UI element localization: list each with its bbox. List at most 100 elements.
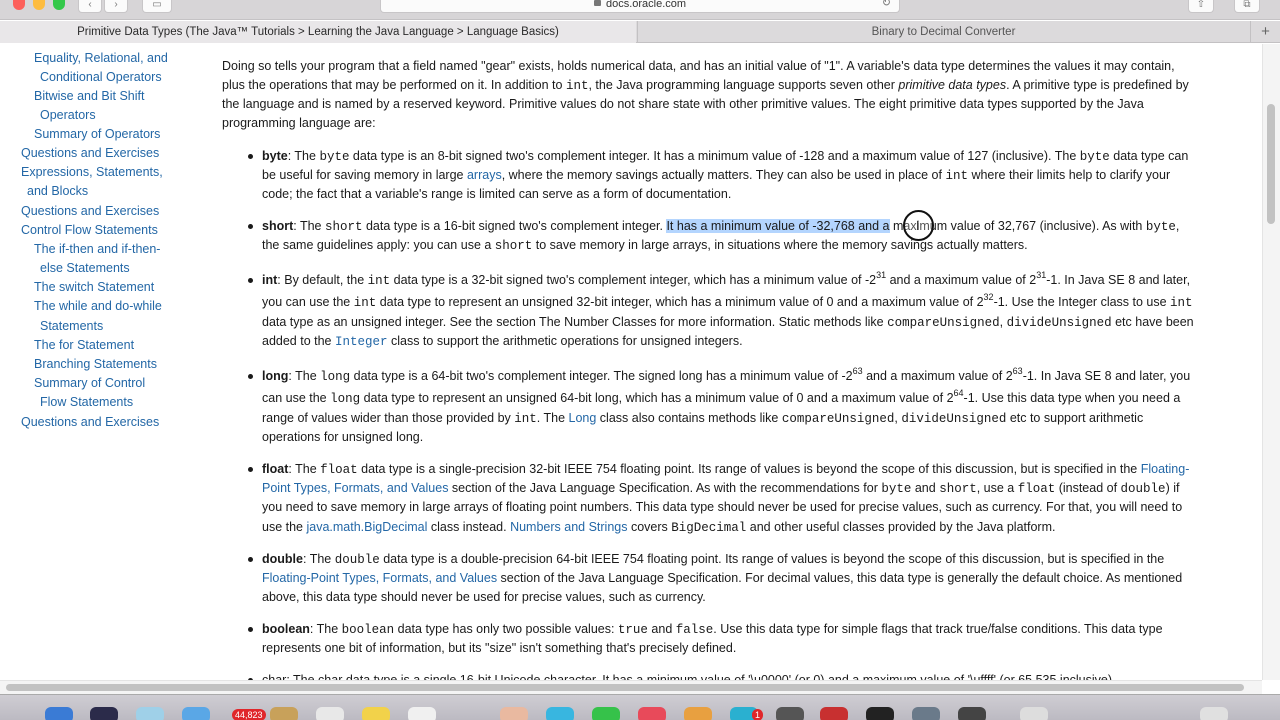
- nav-link[interactable]: Questions and Exercises: [21, 144, 159, 163]
- left-nav: Equality, Relational, and Conditional Op…: [0, 44, 200, 680]
- nav-link[interactable]: Conditional Operators: [40, 68, 162, 87]
- float-line: use the java.math.BigDecimal class inste…: [262, 520, 1056, 535]
- floating-point-link[interactable]: Floating-Point Types, Formats, and Value…: [262, 571, 497, 585]
- vertical-scrollbar[interactable]: [1262, 44, 1280, 680]
- pdf-icon[interactable]: [820, 707, 848, 720]
- intro-line: Doing so tells your program that a field…: [222, 59, 1175, 73]
- int-line: int: By default, the int data type is a …: [262, 269, 1191, 288]
- double-line: above, this data type should never be us…: [262, 590, 706, 604]
- settings-icon[interactable]: [776, 707, 804, 720]
- vpn-icon[interactable]: [912, 707, 940, 720]
- nav-link[interactable]: Expressions, Statements,: [21, 163, 163, 182]
- numbers-strings-link[interactable]: Numbers and Strings: [510, 520, 627, 534]
- arrays-link[interactable]: arrays: [467, 168, 502, 182]
- text-cursor-icon: I: [916, 218, 920, 233]
- long-link[interactable]: Long: [569, 411, 597, 425]
- sidebar-toggle-button[interactable]: ▭: [142, 0, 172, 13]
- nav-link[interactable]: Questions and Exercises: [21, 202, 159, 221]
- int-line: added to the Integer class to support th…: [262, 334, 743, 349]
- byte-line: code; the fact that a variable's range i…: [262, 187, 732, 201]
- nav-link[interactable]: and Blocks: [27, 182, 88, 201]
- lock-icon: [593, 0, 601, 6]
- browser-toolbar: ‹ › ▭ docs.oracle.com ↻ ⇧ ⧉: [0, 0, 1280, 20]
- appstore-badge: 1: [752, 709, 764, 720]
- nav-link[interactable]: Control Flow Statements: [21, 221, 158, 240]
- bullet-byte: [248, 154, 253, 159]
- forward-button[interactable]: ›: [104, 0, 128, 13]
- safari-icon[interactable]: [136, 707, 164, 720]
- tab-primitive-data-types[interactable]: Primitive Data Types (The Java™ Tutorial…: [0, 21, 636, 43]
- share-icon: ⇧: [1196, 0, 1206, 10]
- messages-icon[interactable]: [546, 707, 574, 720]
- byte-line: be useful for saving memory in large arr…: [262, 168, 1171, 183]
- new-tab-button[interactable]: +: [1250, 21, 1280, 43]
- integer-link[interactable]: Integer: [335, 335, 388, 349]
- bullet-int: [248, 278, 253, 283]
- calendar-icon[interactable]: [316, 707, 344, 720]
- float-line: float: The float data type is a single-p…: [262, 462, 1190, 477]
- short-line: short: The short data type is a 16-bit s…: [262, 219, 1180, 234]
- bullet-boolean: [248, 627, 253, 632]
- maximize-window-button[interactable]: [53, 0, 65, 10]
- trash-icon[interactable]: [1200, 707, 1228, 720]
- tab-binary-converter[interactable]: Binary to Decimal Converter: [637, 21, 1249, 43]
- finder-icon[interactable]: [45, 707, 73, 720]
- launchpad-icon[interactable]: [90, 707, 118, 720]
- intro-line: plus the operations that may be performe…: [222, 78, 1189, 93]
- books-icon[interactable]: [684, 707, 712, 720]
- float-line: you need to save memory in large arrays …: [262, 500, 1183, 514]
- nav-link[interactable]: Equality, Relational, and: [34, 49, 168, 68]
- long-line: long: The long data type is a 64-bit two…: [262, 365, 1191, 384]
- photos-icon[interactable]: [500, 707, 528, 720]
- share-button[interactable]: ⇧: [1188, 0, 1214, 13]
- back-button[interactable]: ‹: [78, 0, 102, 13]
- double-line: double: The double data type is a double…: [262, 552, 1165, 567]
- float-line: Point Types, Formats, and Values section…: [262, 481, 1180, 496]
- nav-link[interactable]: Summary of Operators: [34, 125, 160, 144]
- boolean-line: represents one bit of information, but i…: [262, 641, 737, 655]
- nav-link[interactable]: Operators: [40, 106, 96, 125]
- mail-badge: 44,823: [232, 709, 266, 720]
- nav-link[interactable]: Flow Statements: [40, 393, 133, 412]
- notes-icon[interactable]: [362, 707, 390, 720]
- floating-point-link[interactable]: Floating-: [1141, 462, 1190, 476]
- selected-text[interactable]: It has a minimum value of -32,768 and a: [666, 219, 890, 233]
- reload-icon[interactable]: ↻: [882, 0, 891, 9]
- floating-point-link[interactable]: Point Types, Formats, and Values: [262, 481, 448, 495]
- vertical-scroll-thumb[interactable]: [1267, 104, 1275, 224]
- dock: 44,823 1: [0, 694, 1280, 720]
- nav-link[interactable]: The for Statement: [34, 336, 134, 355]
- close-window-button[interactable]: [13, 0, 25, 10]
- horizontal-scrollbar[interactable]: [0, 680, 1262, 694]
- char-line-partial: char: The char data type is a single 16-…: [262, 673, 1116, 680]
- nav-link[interactable]: Questions and Exercises: [21, 413, 159, 432]
- nav-link[interactable]: Branching Statements: [34, 355, 157, 374]
- nav-link[interactable]: Summary of Control: [34, 374, 145, 393]
- terminal-icon[interactable]: [866, 707, 894, 720]
- tab-bar: Primitive Data Types (The Java™ Tutorial…: [0, 21, 1280, 43]
- nav-link[interactable]: The while and do-while: [34, 297, 162, 316]
- nav-link[interactable]: Statements: [40, 317, 103, 336]
- nav-link[interactable]: else Statements: [40, 259, 130, 278]
- reminders-icon[interactable]: [408, 707, 436, 720]
- chevron-right-icon: ›: [114, 0, 118, 10]
- bullet-short: [248, 224, 253, 229]
- nav-link[interactable]: The if-then and if-then-: [34, 240, 160, 259]
- horizontal-scroll-thumb[interactable]: [6, 684, 1244, 691]
- utility-icon[interactable]: [958, 707, 986, 720]
- minimize-window-button[interactable]: [33, 0, 45, 10]
- appstore-icon[interactable]: [182, 707, 210, 720]
- long-line: operations for unsigned long.: [262, 430, 424, 444]
- show-tabs-button[interactable]: ⧉: [1234, 0, 1260, 13]
- nav-link[interactable]: The switch Statement: [34, 278, 154, 297]
- nav-link[interactable]: Bitwise and Bit Shift: [34, 87, 144, 106]
- contacts-icon[interactable]: [270, 707, 298, 720]
- bullet-float: [248, 467, 253, 472]
- address-bar[interactable]: docs.oracle.com ↻: [380, 0, 900, 13]
- address-text: docs.oracle.com: [605, 0, 687, 10]
- music-icon[interactable]: [638, 707, 666, 720]
- bigdecimal-link[interactable]: java.math.BigDecimal: [306, 520, 427, 534]
- documents-icon[interactable]: [1020, 707, 1048, 720]
- facetime-icon[interactable]: [592, 707, 620, 720]
- boolean-line: boolean: The boolean data type has only …: [262, 622, 1163, 637]
